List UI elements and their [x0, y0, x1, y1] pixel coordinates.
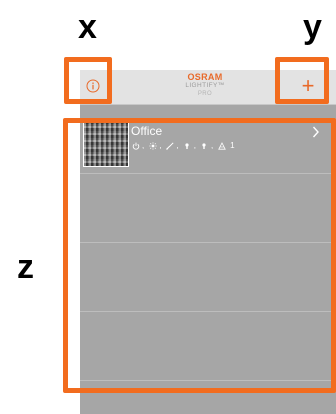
logo-edition: PRO [197, 90, 213, 97]
annotated-screenshot: x y z OSRAM LIGHTIFY™ PRO + Office , , ,… [0, 0, 336, 414]
osram-lightify-logo: OSRAM LIGHTIFY™ PRO [164, 73, 246, 97]
logo-product: LIGHTIFY™ [185, 82, 225, 89]
callout-label-x: x [78, 8, 97, 46]
annotation-box-x [64, 57, 112, 104]
callout-label-z: z [17, 248, 34, 286]
annotation-box-y [275, 57, 329, 104]
callout-label-y: y [303, 8, 322, 46]
annotation-box-z [63, 118, 336, 393]
logo-brand: OSRAM [187, 72, 223, 82]
